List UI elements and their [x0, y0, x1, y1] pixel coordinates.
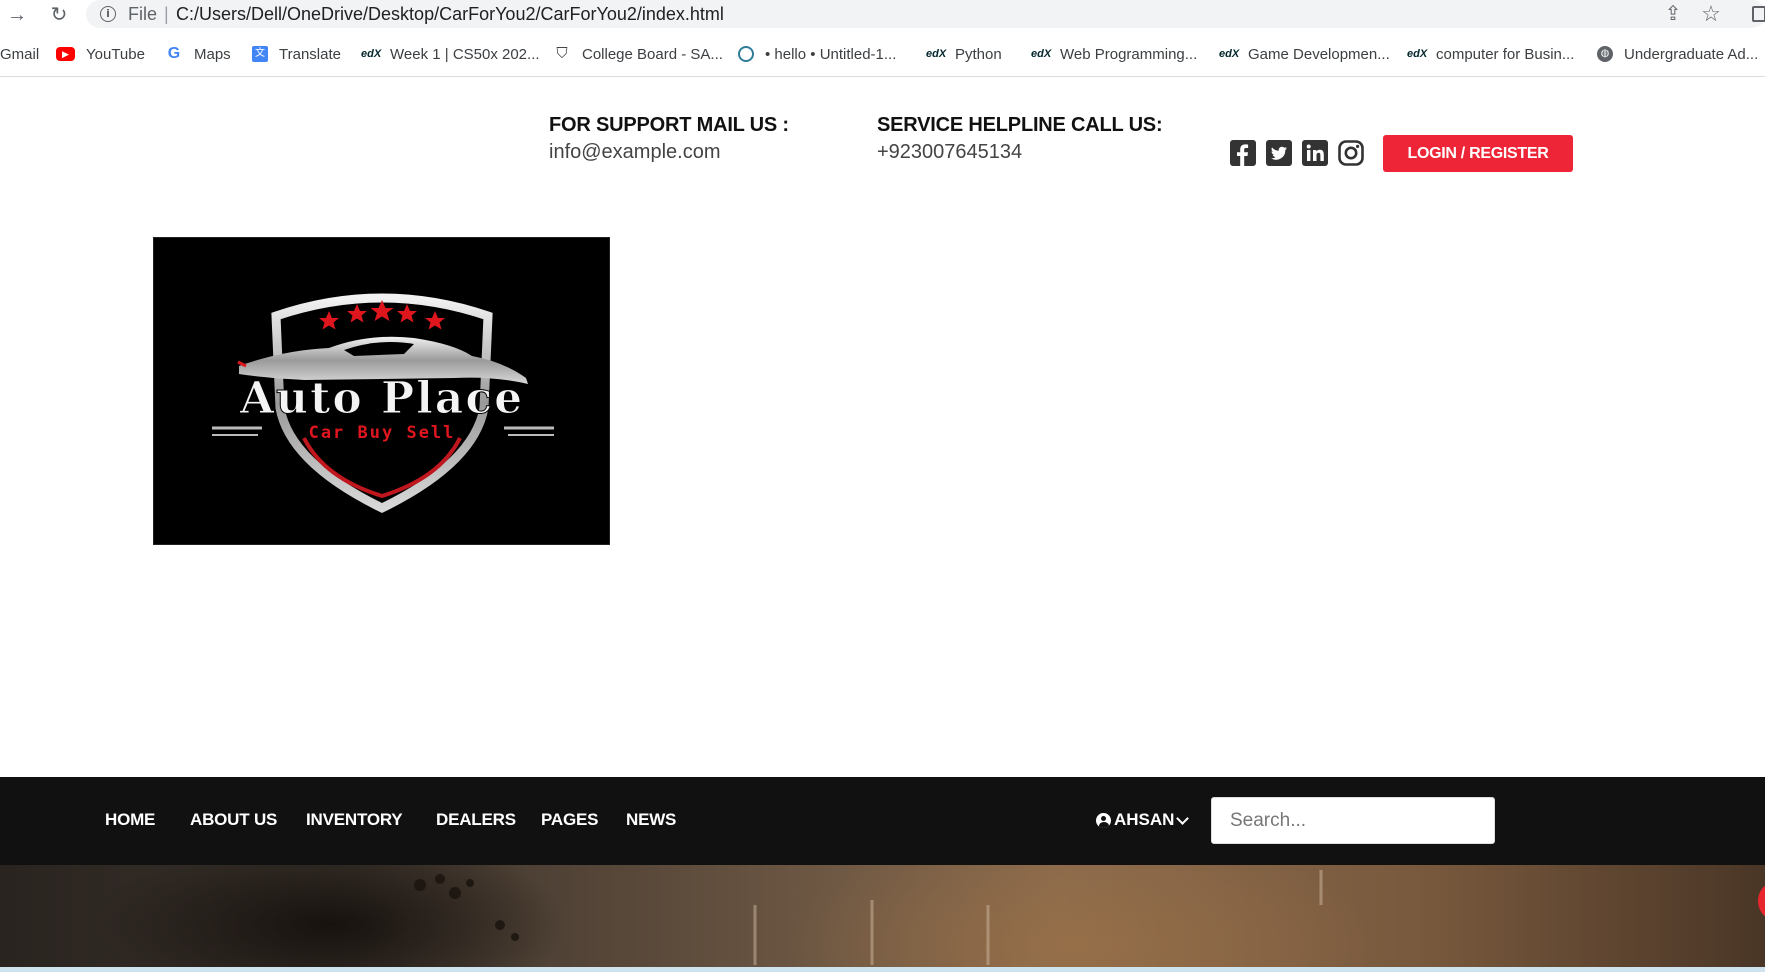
helpline-label: SERVICE HELPLINE CALL US: [877, 114, 1163, 136]
globe-icon: ◍ [1597, 46, 1613, 62]
linkedin-icon[interactable] [1301, 139, 1329, 167]
search-input[interactable] [1211, 797, 1495, 844]
bookmark-item[interactable]: edX Python [926, 44, 1002, 64]
edx-icon: edX [361, 48, 382, 60]
nav-about-us[interactable]: ABOUT US [190, 810, 277, 830]
support-label: FOR SUPPORT MAIL US : [549, 114, 789, 136]
support-email[interactable]: info@example.com [549, 141, 720, 164]
bookmark-item[interactable]: edX Week 1 | CS50x 202... [361, 44, 540, 64]
user-name: AHSAN [1114, 810, 1175, 829]
google-icon: G [167, 45, 181, 62]
shield-icon: ⛉ [556, 45, 568, 62]
login-register-button[interactable]: LOGIN / REGISTER [1383, 135, 1573, 172]
bookmark-star-icon[interactable]: ☆ [1700, 3, 1722, 25]
forward-arrow-icon[interactable]: → [4, 2, 30, 28]
logo-title: Auto Place [239, 373, 524, 424]
facebook-icon[interactable] [1229, 139, 1257, 167]
bookmark-item[interactable]: edX computer for Busin... [1407, 44, 1574, 64]
reload-icon[interactable]: ↻ [46, 2, 72, 28]
nav-dealers[interactable]: DEALERS [436, 810, 516, 830]
edx-icon: edX [1219, 48, 1240, 60]
edx-icon: edX [926, 48, 947, 60]
page-bottom-edge [0, 967, 1765, 972]
url-text[interactable]: C:/Users/Dell/OneDrive/Desktop/CarForYou… [176, 4, 724, 25]
url-separator: | [164, 4, 169, 24]
info-icon[interactable]: i [100, 6, 116, 22]
bookmark-item[interactable]: • hello • Untitled-1... [738, 44, 896, 64]
bookmark-item[interactable]: edX Web Programming... [1031, 44, 1197, 64]
logo-subtitle: Car Buy Sell [309, 423, 456, 443]
user-menu[interactable]: AHSAN [1096, 810, 1190, 830]
bookmark-item[interactable]: ⛉ College Board - SA... [553, 44, 723, 64]
bookmark-item[interactable]: ▶ YouTube [56, 44, 145, 64]
nav-inventory[interactable]: INVENTORY [306, 810, 403, 830]
instagram-icon[interactable] [1337, 139, 1365, 167]
translate-icon: 文 [252, 46, 268, 62]
nav-news[interactable]: NEWS [626, 810, 676, 830]
bookmarks-bar: Gmail ▶ YouTube G Maps 文 Translate edX W… [0, 30, 1765, 77]
edx-icon: edX [1031, 48, 1052, 60]
bookmark-item[interactable]: ◍ Undergraduate Ad... [1597, 44, 1758, 64]
hero-banner-image [0, 865, 1765, 972]
site-logo[interactable]: Auto Place Car Buy Sell [153, 237, 610, 545]
address-bar[interactable]: i File | C:/Users/Dell/OneDrive/Desktop/… [86, 0, 1765, 28]
bookmark-item[interactable]: edX Game Developmen... [1219, 44, 1390, 64]
twitter-icon[interactable] [1265, 139, 1293, 167]
bookmark-item[interactable]: Gmail [0, 44, 39, 64]
bookmark-item[interactable]: G Maps [165, 44, 231, 64]
chevron-down-icon [1176, 811, 1190, 825]
helpline-phone[interactable]: +923007645134 [877, 141, 1022, 164]
nav-home[interactable]: HOME [105, 810, 155, 830]
nav-pages[interactable]: PAGES [541, 810, 598, 830]
vscode-icon [738, 46, 754, 62]
main-navigation: HOME ABOUT US INVENTORY DEALERS PAGES NE… [0, 777, 1765, 865]
browser-toolbar: → ↻ i File | C:/Users/Dell/OneDrive/Desk… [0, 0, 1765, 30]
url-scheme: File [128, 4, 158, 24]
side-panel-icon[interactable] [1752, 6, 1765, 22]
user-icon [1096, 812, 1111, 828]
bookmark-item[interactable]: 文 Translate [252, 44, 341, 64]
edx-icon: edX [1407, 48, 1428, 60]
share-icon[interactable]: ⇪ [1662, 3, 1684, 25]
youtube-icon: ▶ [56, 47, 75, 61]
